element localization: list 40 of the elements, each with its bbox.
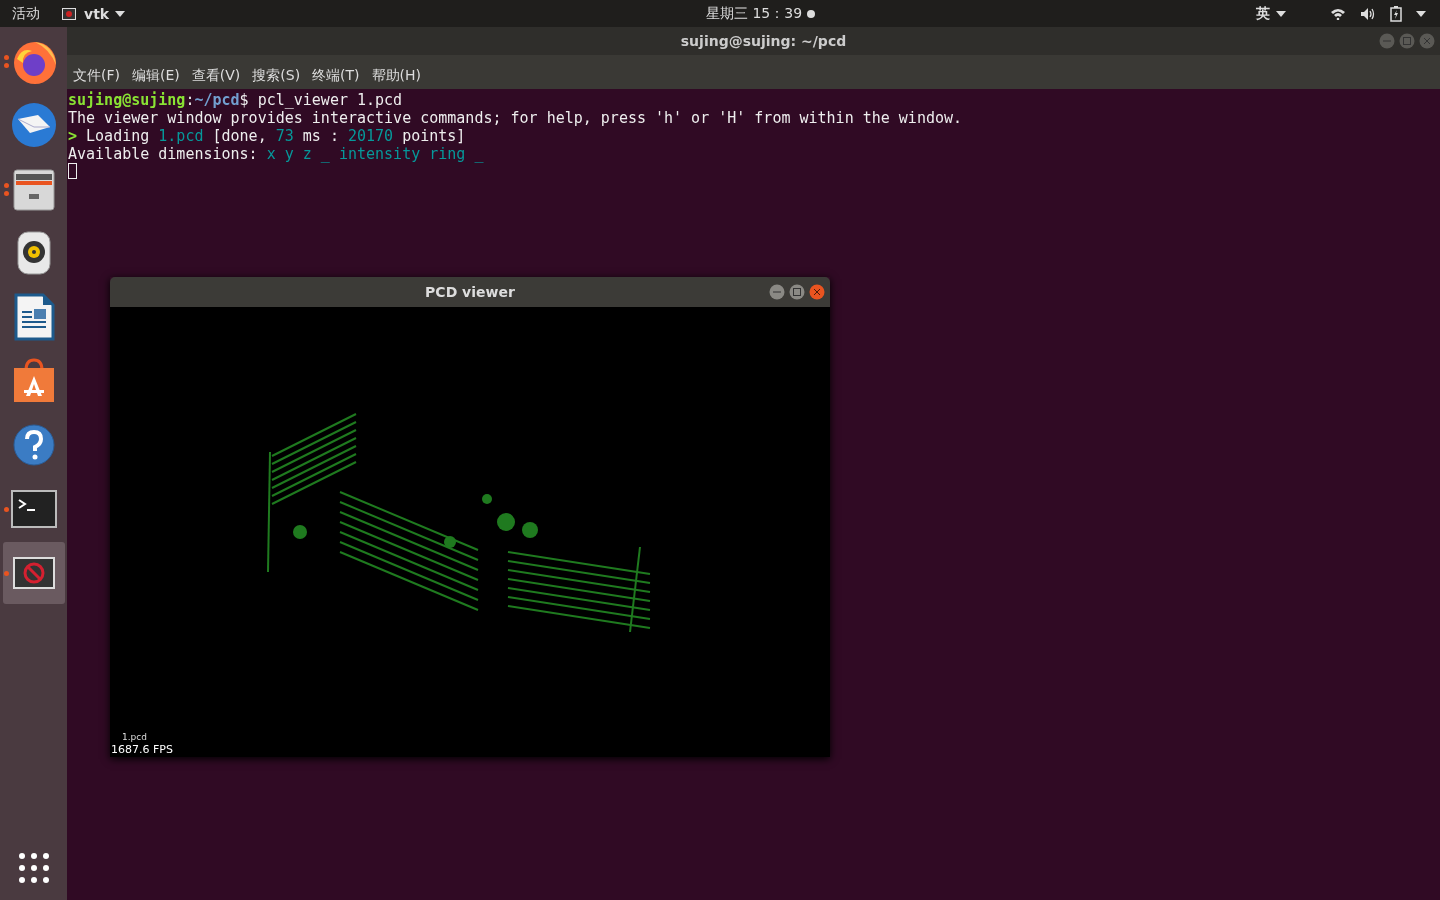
mail-icon[interactable]	[9, 101, 58, 149]
terminal-icon[interactable]	[10, 490, 57, 528]
fps-counter: 1687.6 FPS	[111, 743, 173, 756]
menu-item[interactable]: 编辑(E)	[132, 67, 180, 85]
battery-icon[interactable]	[1390, 5, 1402, 22]
app-grid-icon[interactable]	[17, 852, 50, 884]
cursor	[68, 163, 77, 179]
shopping-bag-icon[interactable]	[11, 358, 56, 404]
caret-icon	[1276, 10, 1286, 17]
minimize-button[interactable]	[769, 284, 785, 300]
app-menu[interactable]: vtk	[62, 5, 126, 22]
caret-icon[interactable]	[1416, 10, 1426, 17]
terminal-line: Available dimensions: x y z _ intensity ring _	[68, 145, 485, 163]
window-title: sujing@sujing: ~/pcd	[680, 33, 847, 49]
maximize-button[interactable]	[789, 284, 805, 300]
dock-item[interactable]	[2, 542, 65, 604]
overlay-label: 1.pcd	[122, 732, 147, 742]
close-button[interactable]	[809, 284, 825, 300]
menu-item[interactable]: 查看(V)	[191, 67, 241, 85]
menu-item[interactable]: 文件(F)	[73, 67, 120, 85]
menu-item[interactable]: 搜索(S)	[252, 67, 301, 85]
help-icon[interactable]	[11, 423, 56, 467]
window-title: PCD viewer	[425, 284, 515, 300]
document-icon[interactable]	[12, 293, 55, 341]
input-method-menu[interactable]: 英	[1256, 4, 1286, 23]
terminal-line: > Loading 1.pcd [done, 73 ms : 20170 points]	[68, 127, 467, 145]
running-indicator-icon	[3, 570, 9, 576]
running-indicator-icon	[3, 506, 9, 512]
clock[interactable]: 星期三 15：39	[706, 5, 803, 23]
terminal-line: The viewer window provides interactive commands; for help, press 'h' or 'H' from within the window.	[68, 109, 964, 127]
caret-icon	[115, 10, 126, 17]
file-cabinet-icon[interactable]	[11, 166, 56, 212]
volume-icon[interactable]	[1360, 6, 1376, 21]
terminal-line: sujing@sujing:~/pcd$ pcl_viewer 1.pcd	[68, 91, 404, 109]
no-sign-window-icon[interactable]	[12, 557, 55, 589]
menu-item[interactable]: 终端(T)	[312, 67, 360, 85]
menu-item[interactable]: 帮助(H)	[371, 67, 422, 85]
wifi-icon[interactable]	[1330, 7, 1346, 20]
activities-button[interactable]: 活动	[12, 4, 40, 23]
app-icon	[62, 7, 76, 20]
